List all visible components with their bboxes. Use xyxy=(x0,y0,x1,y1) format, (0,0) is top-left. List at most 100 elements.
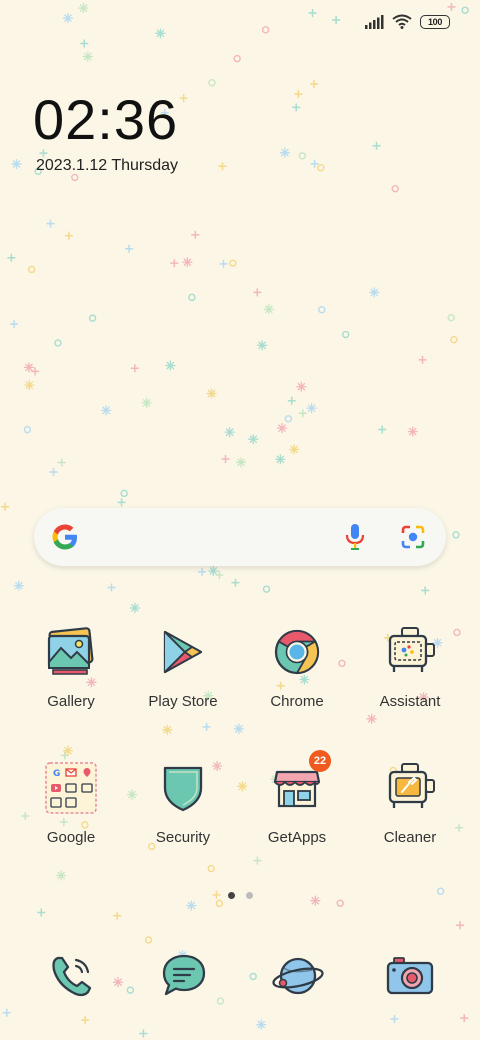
app-security[interactable]: Security xyxy=(128,760,238,846)
google-lens-icon[interactable] xyxy=(400,524,426,550)
app-label: Google xyxy=(46,829,96,846)
wallpaper-sparkle xyxy=(208,79,216,87)
wallpaper-sparkle xyxy=(407,426,418,437)
wallpaper-sparkle xyxy=(23,425,32,434)
wallpaper-sparkle xyxy=(253,856,262,865)
clock-date[interactable]: 2023.1.12 Thursday xyxy=(36,157,178,175)
app-chrome[interactable]: Chrome xyxy=(242,624,352,710)
wallpaper-sparkle xyxy=(207,864,215,873)
app-label: Gallery xyxy=(47,693,95,710)
app-assistant[interactable]: Assistant xyxy=(355,624,465,710)
wallpaper-sparkle xyxy=(182,257,193,268)
wallpaper-sparkle xyxy=(261,26,270,34)
wallpaper-sparkle xyxy=(229,259,237,267)
page-dot-active[interactable] xyxy=(228,892,235,899)
wallpaper-sparkle xyxy=(10,320,19,329)
wallpaper-sparkle xyxy=(125,244,134,253)
assistant-icon xyxy=(388,627,435,672)
wallpaper-sparkle xyxy=(202,722,211,731)
wallpaper-sparkle xyxy=(129,602,140,613)
wallpaper-sparkle xyxy=(130,364,139,373)
wallpaper-sparkle xyxy=(372,141,381,150)
app-label: Cleaner xyxy=(383,829,437,846)
app-label: GetApps xyxy=(267,829,327,846)
battery-level: 100 xyxy=(427,16,443,27)
page-indicator[interactable] xyxy=(228,892,253,899)
wallpaper-sparkle xyxy=(126,986,135,994)
app-cleaner[interactable]: Cleaner xyxy=(355,760,465,846)
wallpaper-sparkle xyxy=(236,457,247,468)
wallpaper-sparkle xyxy=(298,409,307,418)
status-bar: 100 xyxy=(364,14,450,29)
wallpaper-sparkle xyxy=(309,79,318,88)
app-google-folder[interactable]: G Google xyxy=(16,760,126,846)
wallpaper-sparkle xyxy=(2,1008,11,1017)
wallpaper-sparkle xyxy=(11,159,22,170)
app-label: Play Store xyxy=(148,693,218,710)
wallpaper-sparkle xyxy=(117,498,126,507)
wallpaper-sparkle xyxy=(256,1019,267,1030)
wallpaper-sparkle xyxy=(155,28,166,39)
wallpaper-sparkle xyxy=(54,339,62,347)
browser-planet-icon xyxy=(272,957,324,995)
microphone-icon[interactable] xyxy=(344,523,366,551)
wallpaper-sparkle xyxy=(179,94,188,103)
page-dot[interactable] xyxy=(246,892,253,899)
messages-icon xyxy=(162,954,206,996)
wallpaper-sparkle xyxy=(216,997,225,1005)
wallpaper-sparkle xyxy=(233,723,244,734)
battery-icon: 100 xyxy=(420,14,450,29)
wallpaper-sparkle xyxy=(80,39,89,48)
wallpaper-sparkle xyxy=(275,454,286,465)
wallpaper-sparkle xyxy=(263,304,274,315)
wallpaper-sparkle xyxy=(7,253,16,262)
wallpaper-sparkle xyxy=(279,147,290,158)
wallpaper-sparkle xyxy=(233,54,241,63)
wallpaper-sparkle xyxy=(249,972,257,981)
wallpaper-sparkle xyxy=(219,259,228,268)
gallery-icon xyxy=(47,627,94,675)
google-g-icon xyxy=(52,524,77,550)
wallpaper-sparkle xyxy=(78,3,89,14)
dock-camera[interactable] xyxy=(382,948,438,1004)
notification-badge: 22 xyxy=(309,750,331,772)
wallpaper-sparkle xyxy=(206,388,217,399)
play-store-icon xyxy=(163,630,203,674)
app-gallery[interactable]: Gallery xyxy=(16,624,126,710)
wallpaper-sparkle xyxy=(436,887,445,895)
wallpaper-sparkle xyxy=(277,423,288,434)
wallpaper-sparkle xyxy=(450,335,458,344)
wallpaper-sparkle xyxy=(332,16,341,25)
wallpaper-sparkle xyxy=(231,578,240,587)
signal-icon xyxy=(365,14,384,29)
wallpaper-sparkle xyxy=(284,415,293,423)
wallpaper-sparkle xyxy=(287,396,296,405)
wallpaper-sparkle xyxy=(139,1029,148,1038)
app-play-store[interactable]: Play Store xyxy=(128,624,238,710)
chrome-icon xyxy=(274,629,320,675)
phone-icon xyxy=(52,956,92,997)
wallpaper-sparkle xyxy=(208,565,219,576)
google-folder-icon: G xyxy=(45,762,97,814)
app-label: Assistant xyxy=(379,693,441,710)
wallpaper-sparkle xyxy=(198,567,207,576)
wallpaper-sparkle xyxy=(101,405,112,416)
dock-messages[interactable] xyxy=(156,948,212,1004)
wallpaper-sparkle xyxy=(378,425,387,434)
wallpaper-sparkle xyxy=(452,531,460,539)
app-getapps[interactable]: 22 GetApps xyxy=(242,750,352,846)
wallpaper-sparkle xyxy=(57,458,66,467)
wallpaper-sparkle xyxy=(318,306,326,314)
dock-phone[interactable] xyxy=(44,948,100,1004)
wallpaper-sparkle xyxy=(113,977,124,988)
wallpaper-sparkle xyxy=(71,173,79,182)
wallpaper-sparkle xyxy=(120,489,128,498)
clock-time[interactable]: 02:36 xyxy=(33,92,178,148)
wallpaper-sparkle xyxy=(62,13,73,24)
wallpaper-sparkle xyxy=(31,367,40,376)
cleaner-icon xyxy=(388,763,435,808)
google-search-bar[interactable] xyxy=(34,508,446,566)
svg-text:G: G xyxy=(53,769,60,779)
wallpaper-sparkle xyxy=(447,313,455,322)
dock-browser[interactable] xyxy=(270,948,326,1004)
